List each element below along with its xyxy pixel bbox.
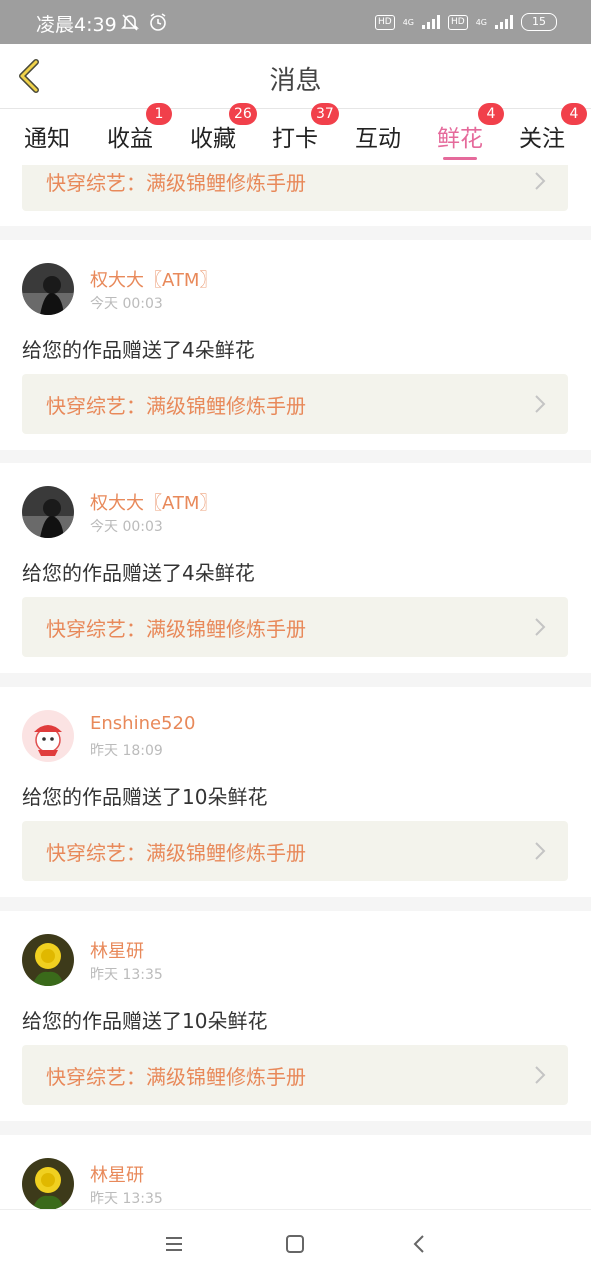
chevron-right-icon (535, 618, 546, 636)
hd-indicator: HD (448, 14, 468, 30)
chevron-right-icon (535, 172, 546, 190)
user-avatar[interactable] (22, 934, 74, 986)
book-link[interactable]: 快穿综艺：满级锦鲤修炼手册 (22, 374, 568, 434)
book-title: 快穿综艺：满级锦鲤修炼手册 (46, 841, 306, 865)
book-link[interactable]: 快穿综艺：满级锦鲤修炼手册 (22, 597, 568, 657)
hd-indicator: HD (375, 14, 395, 30)
signal-label: 4G (475, 17, 487, 27)
message-text: 给您的作品赠送了10朵鲜花 (22, 1009, 268, 1033)
status-time: 凌晨4:39 (36, 14, 117, 36)
dark-photo-avatar-icon (22, 263, 74, 315)
chevron-right-icon (535, 1066, 546, 1084)
user-name[interactable]: 林星研 (90, 1161, 144, 1187)
message-card: 林星研 昨天 13:35 给您的作品赠送了10朵鲜花 快穿综艺：满级锦鲤修炼手册 (0, 911, 591, 1121)
user-name[interactable]: 林星研 (90, 937, 144, 963)
alarm-icon (150, 13, 166, 31)
chevron-right-icon (535, 842, 546, 860)
tab-notice[interactable]: 通知 (24, 119, 70, 153)
user-avatar[interactable] (22, 1158, 74, 1209)
book-link[interactable]: 快穿综艺：满级锦鲤修炼手册 (22, 165, 568, 211)
message-card: 权大大〖ATM〗 今天 00:03 给您的作品赠送了4朵鲜花 快穿综艺：满级锦鲤… (0, 240, 591, 450)
timestamp: 昨天 13:35 (90, 967, 163, 983)
timestamp: 昨天 13:35 (90, 1191, 163, 1207)
message-text: 给您的作品赠送了4朵鲜花 (22, 338, 255, 362)
app-header: 消息 (0, 44, 591, 109)
tab-interaction[interactable]: 互动 (355, 119, 401, 153)
back-icon[interactable] (410, 1234, 430, 1254)
tab-checkin[interactable]: 打卡 (272, 119, 318, 153)
flower-message-list[interactable]: 快穿综艺：满级锦鲤修炼手册 权大大〖ATM〗 今天 00:03 给您的作品赠送了… (0, 165, 591, 1209)
system-nav-bar (0, 1209, 591, 1281)
message-text: 给您的作品赠送了10朵鲜花 (22, 785, 268, 809)
tab-label: 互动 (355, 126, 401, 152)
message-card: 快穿综艺：满级锦鲤修炼手册 (0, 165, 591, 226)
follow-badge: 4 (561, 103, 587, 125)
book-title: 快穿综艺：满级锦鲤修炼手册 (46, 394, 306, 418)
signal-icon (422, 15, 440, 29)
tab-earnings[interactable]: 收益 (107, 119, 153, 153)
favorites-badge: 26 (229, 103, 257, 125)
tab-label: 收益 (107, 126, 153, 152)
timestamp: 今天 00:03 (90, 296, 163, 312)
tab-label: 通知 (24, 126, 70, 152)
active-tab-indicator (443, 157, 477, 160)
user-name[interactable]: Enshine520 (90, 713, 195, 734)
timestamp: 昨天 18:09 (90, 743, 163, 759)
book-title: 快穿综艺：满级锦鲤修炼手册 (46, 171, 306, 195)
tab-follow[interactable]: 关注 (519, 119, 565, 153)
message-card: Enshine520 昨天 18:09 给您的作品赠送了10朵鲜花 快穿综艺：满… (0, 687, 591, 897)
message-card: 权大大〖ATM〗 今天 00:03 给您的作品赠送了4朵鲜花 快穿综艺：满级锦鲤… (0, 463, 591, 673)
message-text: 给您的作品赠送了4朵鲜花 (22, 561, 255, 585)
checkin-badge: 37 (311, 103, 339, 125)
tab-bar: 通知 收益 1 收藏 26 打卡 37 互动 鲜花 4 关注 4 (0, 103, 591, 165)
book-title: 快穿综艺：满级锦鲤修炼手册 (46, 617, 306, 641)
user-avatar[interactable] (22, 263, 74, 315)
message-card: 林星研 昨天 13:35 (0, 1135, 591, 1209)
book-title: 快穿综艺：满级锦鲤修炼手册 (46, 1065, 306, 1089)
chevron-right-icon (535, 395, 546, 413)
earnings-badge: 1 (146, 103, 172, 125)
book-link[interactable]: 快穿综艺：满级锦鲤修炼手册 (22, 821, 568, 881)
menu-icon[interactable] (164, 1234, 184, 1254)
signal-icon (495, 15, 513, 29)
book-link[interactable]: 快穿综艺：满级锦鲤修炼手册 (22, 1045, 568, 1105)
cartoon-avatar-icon (22, 710, 74, 762)
dark-photo-avatar-icon (22, 486, 74, 538)
flowers-badge: 4 (478, 103, 504, 125)
timestamp: 今天 00:03 (90, 519, 163, 535)
tab-label: 鲜花 (437, 126, 483, 152)
signal-label: 4G (402, 17, 414, 27)
tab-label: 关注 (519, 126, 565, 152)
user-avatar[interactable] (22, 710, 74, 762)
user-avatar[interactable] (22, 486, 74, 538)
user-name[interactable]: 权大大〖ATM〗 (90, 266, 217, 292)
tab-flowers[interactable]: 鲜花 (437, 119, 483, 160)
mute-notification-icon (121, 14, 139, 31)
user-name[interactable]: 权大大〖ATM〗 (90, 489, 217, 515)
tab-label: 打卡 (272, 126, 318, 152)
battery-icon: 15 (521, 13, 557, 31)
home-icon[interactable] (285, 1234, 305, 1254)
tab-label: 收藏 (190, 126, 236, 152)
flower-avatar-icon (22, 1158, 74, 1209)
page-title: 消息 (269, 66, 322, 96)
status-bar: 凌晨4:39 HD 4G HD 4G 15 (0, 0, 591, 44)
tab-favorites[interactable]: 收藏 (190, 119, 236, 153)
flower-avatar-icon (22, 934, 74, 986)
